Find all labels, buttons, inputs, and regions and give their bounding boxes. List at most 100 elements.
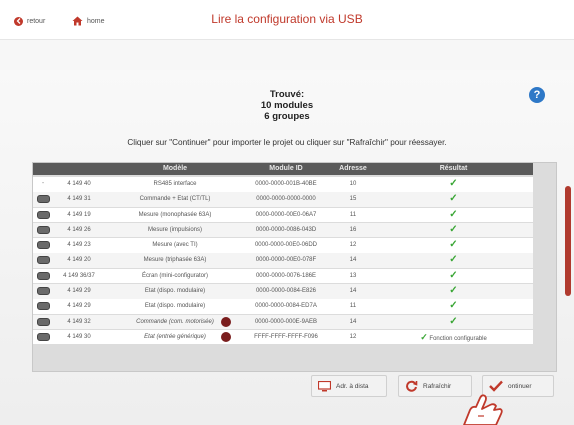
success-check-icon: ✓ bbox=[449, 178, 458, 189]
row-result: ✓ bbox=[376, 286, 531, 296]
row-result: ✓ bbox=[376, 316, 531, 327]
row-result: ✓ bbox=[376, 194, 531, 204]
row-product-number: 4 149 20 bbox=[67, 257, 91, 264]
module-toggle-icon[interactable] bbox=[36, 271, 50, 280]
table-row[interactable]: 4 149 32 Commande (com. motorisée) 0000-00… bbox=[33, 314, 533, 330]
module-toggle-icon[interactable] bbox=[36, 210, 50, 219]
module-toggle-icon[interactable] bbox=[36, 302, 50, 311]
table-row[interactable]: - 4 149 40 RS485 interface 0000-0000-001B-4… bbox=[33, 177, 533, 192]
row-result: ✓ bbox=[376, 223, 531, 235]
continue-label: ontinuer bbox=[508, 382, 532, 390]
row-address: 14 bbox=[349, 318, 357, 325]
header-model: Modèle bbox=[162, 165, 188, 172]
row-selector[interactable] bbox=[33, 317, 53, 328]
row-address: 15 bbox=[349, 196, 357, 203]
row-selector[interactable] bbox=[33, 241, 53, 251]
row-model: Écran (mini-configurator) bbox=[141, 272, 209, 279]
header-address: Adresse bbox=[339, 165, 367, 172]
row-product-number: 4 149 32 bbox=[67, 318, 91, 325]
success-check-icon: ✓ bbox=[449, 300, 458, 312]
table-scrollbar[interactable] bbox=[565, 186, 571, 296]
table-row[interactable]: 4 149 29 Etat (dispo. modulaire) 0000-0000… bbox=[33, 299, 533, 314]
result-text: ✓ Fonction configurable bbox=[420, 331, 487, 342]
row-result: ✓ bbox=[376, 301, 531, 311]
page-title: Lire la configuration via USB bbox=[211, 12, 363, 26]
refresh-icon bbox=[405, 380, 418, 393]
row-selector[interactable] bbox=[33, 287, 53, 297]
status-dot-icon[interactable] bbox=[221, 331, 231, 342]
row-module-id: 0000-0000-0084-ED7A bbox=[255, 303, 317, 310]
row-module-id: 0000-0000-00E0-078F bbox=[255, 257, 317, 264]
status-dot-icon[interactable] bbox=[221, 316, 231, 327]
row-product-number: 4 149 19 bbox=[67, 211, 91, 218]
row-model: Commande + Etat (CT/TL) bbox=[139, 196, 211, 203]
row-module-id: 0000-0000-0000-0000 bbox=[256, 196, 316, 203]
row-selector[interactable] bbox=[33, 256, 53, 266]
row-product-number: 4 149 36/37 bbox=[63, 272, 95, 279]
row-address: 16 bbox=[349, 226, 357, 233]
row-product-number: 4 149 40 bbox=[67, 181, 91, 187]
module-toggle-icon[interactable] bbox=[36, 241, 50, 250]
row-model: Mesure (triphasée 63A) bbox=[143, 257, 207, 264]
row-result: ✓ bbox=[376, 179, 531, 189]
success-check-icon: ✓ bbox=[449, 239, 458, 251]
row-model: Mesure (avec TI) bbox=[152, 242, 198, 249]
row-product-number: 4 149 31 bbox=[67, 196, 91, 203]
row-model: Mesure (impulsions) bbox=[147, 226, 202, 233]
modules-table: Modèle Module ID Adresse Résultat - 4 149… bbox=[32, 162, 557, 372]
row-address: 13 bbox=[349, 272, 357, 279]
row-module-id: 0000-0000-0084-E826 bbox=[255, 288, 317, 295]
row-result: ✓ bbox=[376, 269, 531, 281]
row-selector[interactable]: - bbox=[33, 180, 53, 187]
header-module-id: Module ID bbox=[269, 165, 303, 172]
row-selector[interactable] bbox=[33, 302, 53, 312]
row-address: 11 bbox=[349, 211, 357, 218]
row-result: ✓ Fonction configurable bbox=[376, 332, 531, 343]
module-toggle-icon[interactable] bbox=[36, 256, 50, 265]
module-toggle-icon[interactable] bbox=[36, 317, 50, 326]
module-toggle-icon[interactable] bbox=[36, 287, 50, 296]
table-body: - 4 149 40 RS485 interface 0000-0000-001B-4… bbox=[33, 177, 533, 345]
table-row[interactable]: 4 149 20 Mesure (triphasée 63A) 0000-0000-… bbox=[33, 253, 533, 268]
remote-address-button[interactable]: Adr. à dista bbox=[311, 375, 387, 397]
header-result: Résultat bbox=[439, 165, 468, 172]
found-groups: 6 groupes bbox=[264, 111, 310, 122]
module-toggle-icon[interactable] bbox=[36, 332, 50, 341]
success-check-icon: ✓ bbox=[449, 208, 458, 220]
check-icon bbox=[489, 380, 503, 392]
row-address: 12 bbox=[349, 242, 357, 249]
found-title: Trouvé: bbox=[269, 89, 305, 100]
refresh-label: Rafraîchir bbox=[423, 382, 452, 390]
row-model: Etat (dispo. modulaire) bbox=[144, 288, 206, 295]
found-modules: 10 modules bbox=[260, 100, 314, 111]
row-selector[interactable] bbox=[33, 271, 53, 282]
module-toggle-icon[interactable] bbox=[36, 195, 50, 204]
success-check-icon: ✓ bbox=[449, 269, 458, 281]
row-module-id: 0000-0000-0086-043D bbox=[255, 226, 317, 233]
row-result: ✓ bbox=[376, 208, 531, 220]
table-row[interactable]: 4 149 31 Commande + Etat (CT/TL) 0000-0000… bbox=[33, 192, 533, 207]
table-row[interactable]: 4 149 36/37 Écran (mini-configurator) 0000… bbox=[33, 268, 533, 284]
row-selector[interactable] bbox=[33, 210, 53, 221]
table-row[interactable]: 4 149 26 Mesure (impulsions) 0000-0000-008… bbox=[33, 222, 533, 238]
row-product-number: 4 149 23 bbox=[67, 242, 91, 249]
table-row[interactable]: 4 149 29 Etat (dispo. modulaire) 0000-0000… bbox=[33, 284, 533, 299]
row-product-number: 4 149 26 bbox=[67, 226, 91, 233]
table-row[interactable]: 4 149 30 Etat (entrée générique) FFFF-FFFF… bbox=[33, 329, 533, 345]
row-address: 14 bbox=[349, 257, 357, 264]
help-icon[interactable]: ? bbox=[529, 87, 545, 103]
module-toggle-icon[interactable] bbox=[36, 225, 50, 234]
row-model: RS485 interface bbox=[153, 181, 197, 187]
found-summary: Trouvé: 10 modules 6 groupes bbox=[0, 89, 574, 122]
row-result: ✓ bbox=[376, 255, 531, 265]
row-model: Etat (dispo. modulaire) bbox=[144, 303, 206, 310]
table-row[interactable]: 4 149 23 Mesure (avec TI) 0000-0000-00E0-0… bbox=[33, 238, 533, 253]
table-row[interactable]: 4 149 19 Mesure (monophasée 63A) 0000-0000… bbox=[33, 207, 533, 223]
row-model: Mesure (monophasée 63A) bbox=[138, 211, 212, 218]
row-selector[interactable] bbox=[33, 225, 53, 236]
row-selector[interactable] bbox=[33, 195, 53, 205]
row-selector[interactable] bbox=[33, 332, 53, 343]
success-check-icon: ✓ bbox=[449, 223, 458, 235]
row-module-id: 0000-0000-000E-9AEB bbox=[254, 318, 318, 325]
row-result: ✓ bbox=[376, 240, 531, 250]
